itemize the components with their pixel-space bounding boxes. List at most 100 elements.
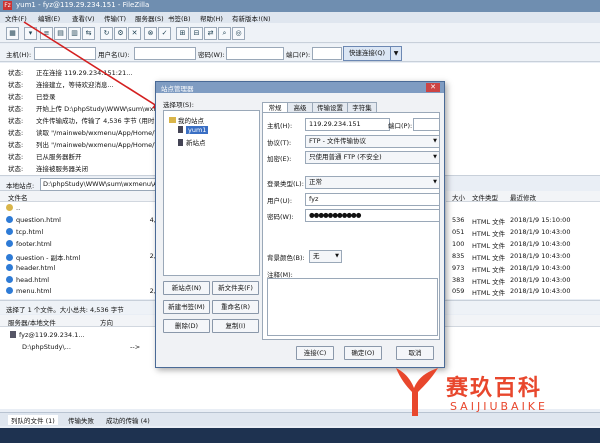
list-item[interactable]: question - 副本.html2,8 xyxy=(6,252,160,262)
new-folder-button[interactable]: 新文件夹(F) xyxy=(212,281,259,295)
host-field[interactable]: 119.29.234.151 xyxy=(305,118,390,131)
table-row[interactable]: 973 HTML 文件 2018/1/9 10:43:00 xyxy=(452,264,600,274)
tree-root[interactable]: 我的站点 xyxy=(169,115,204,125)
binoculars-icon[interactable]: ◎ xyxy=(232,27,245,40)
file-icon xyxy=(6,276,13,283)
menu-bookmarks[interactable]: 书签(B) xyxy=(168,13,191,23)
tab-successful-transfers[interactable]: 成功的传输 (4) xyxy=(106,415,150,425)
host-label: 主机(H): xyxy=(267,122,293,130)
filter-icon[interactable]: ⊞ xyxy=(176,27,189,40)
ok-button[interactable]: 确定(O) xyxy=(344,346,382,360)
user-label: 用户(U): xyxy=(267,197,293,205)
compare-icon[interactable]: ⊟ xyxy=(190,27,203,40)
chevron-down-icon[interactable]: ▼ xyxy=(390,46,402,61)
search-icon[interactable]: ⌕ xyxy=(218,27,231,40)
password-field[interactable]: ●●●●●●●●●●● xyxy=(305,209,440,222)
tab-queued-files[interactable]: 列队的文件 (1) xyxy=(8,415,58,425)
list-item[interactable]: head.html xyxy=(6,276,160,286)
protocol-label: 协议(T): xyxy=(267,139,292,147)
port-label: 端口(P): xyxy=(388,122,413,130)
cancel-button[interactable]: 取消 xyxy=(396,346,434,360)
local-site-bar: 本地站点: D:\phpStudy\WWW\sum\wxmenu\App\Hom… xyxy=(0,177,172,191)
list-item[interactable]: header.html1 xyxy=(6,264,160,274)
table-row[interactable]: 536 HTML 文件 2018/1/9 15:10:00 xyxy=(452,216,600,226)
user-field[interactable]: fyz xyxy=(305,193,440,206)
port-label: 端口(P): xyxy=(286,51,311,59)
local-site-label: 本地站点: xyxy=(6,182,35,190)
queue-row[interactable]: fyz@119.29.234.1... xyxy=(10,331,85,339)
dialog-titlebar: 站点管理器 ✕ xyxy=(156,82,444,93)
copy-button[interactable]: 复制(I) xyxy=(212,319,259,333)
watermark: 赛玖百科 SAIJIUBAIKE xyxy=(388,360,593,422)
list-item[interactable]: menu.html2,0 xyxy=(6,287,160,297)
list-item[interactable]: tcp.html5 xyxy=(6,228,160,238)
watermark-subtitle: SAIJIUBAIKE xyxy=(450,400,548,413)
queue-col-direction[interactable]: 方向 xyxy=(100,317,113,327)
encryption-select[interactable]: 只使用普通 FTP (不安全) ▼ xyxy=(305,151,440,164)
tree-item-new-site[interactable]: 新站点 xyxy=(178,137,206,147)
file-icon xyxy=(6,254,13,261)
delete-button[interactable]: 删除(D) xyxy=(163,319,210,333)
log-row: 状态: 读取 "/mainweb/wxmenu/App/Home/V xyxy=(8,129,159,137)
comments-textarea[interactable] xyxy=(267,278,438,336)
file-icon xyxy=(6,228,13,235)
remote-file-list: 大小 文件类型 最近修改 536 HTML 文件 2018/1/9 15:10:00… xyxy=(446,191,600,299)
pass-input[interactable] xyxy=(226,47,284,60)
list-item[interactable]: question.html4,5 xyxy=(6,216,160,226)
window-titlebar: Fz yum1 - fyz@119.29.234.151 - FileZilla xyxy=(0,0,600,12)
server-icon xyxy=(178,139,183,146)
menu-help[interactable]: 帮助(H) xyxy=(200,13,223,23)
logon-type-select[interactable]: 正常 ▼ xyxy=(305,176,440,189)
annotation-arrow xyxy=(23,21,163,110)
log-row: 状态: 文件传输成功，传输了 4,536 字节 (用时1 xyxy=(8,117,159,125)
column-header[interactable]: 大小 文件类型 最近修改 xyxy=(446,191,600,202)
site-manager-icon[interactable]: ▦ xyxy=(6,27,19,40)
local-file-list: 文件名 .. question.html4,5 tcp.html5 footer… xyxy=(0,191,160,299)
log-row: 状态: 连接被服务器关闭 xyxy=(8,165,88,173)
table-row[interactable]: 051 HTML 文件 2018/1/9 10:43:00 xyxy=(452,228,600,238)
pass-label: 密码(W): xyxy=(198,51,225,59)
file-icon xyxy=(6,287,13,294)
site-manager-dialog: 站点管理器 ✕ 选择项(S): 我的站点 yum1 新站点 新站点(N) 新文件… xyxy=(155,81,445,368)
whale-tail-logo-icon xyxy=(396,368,438,416)
site-tree: 我的站点 yum1 新站点 xyxy=(163,110,260,276)
filezilla-icon: Fz xyxy=(3,1,12,10)
quickconnect-button[interactable]: 快速连接(Q) xyxy=(343,46,391,61)
logon-type-label: 登录类型(L): xyxy=(267,180,304,188)
list-item[interactable]: footer.html7 xyxy=(6,240,160,250)
chevron-down-icon: ▼ xyxy=(433,138,437,144)
port-input[interactable] xyxy=(312,47,342,60)
new-bookmark-button[interactable]: 新建书签(M) xyxy=(163,300,210,314)
background-color-select[interactable]: 无 ▼ xyxy=(309,250,342,263)
queue-col-server[interactable]: 服务器/本地文件 xyxy=(8,317,56,327)
window-title: yum1 - fyz@119.29.234.151 - FileZilla xyxy=(16,1,150,9)
new-site-button[interactable]: 新站点(N) xyxy=(163,281,210,295)
watermark-title: 赛玖百科 xyxy=(446,376,543,401)
file-icon xyxy=(6,264,13,271)
connect-button[interactable]: 连接(C) xyxy=(296,346,334,360)
sync-browse-icon[interactable]: ⇄ xyxy=(204,27,217,40)
queue-row[interactable]: D:\phpStudy\... --> xyxy=(22,343,142,351)
chevron-down-icon: ▼ xyxy=(335,253,339,259)
table-row[interactable]: 100 HTML 文件 2018/1/9 10:43:00 xyxy=(452,240,600,250)
select-entry-label: 选择项(S): xyxy=(163,101,194,109)
column-header[interactable]: 文件名 xyxy=(0,191,160,202)
file-icon xyxy=(6,216,13,223)
tab-failed-transfers[interactable]: 传输失败 xyxy=(68,415,94,425)
port-field[interactable] xyxy=(413,118,440,131)
log-row: 状态: 列出 "/mainweb/wxmenu/App/Home/V xyxy=(8,141,159,149)
menu-new-version[interactable]: 有新版本!(N) xyxy=(232,13,271,23)
server-icon xyxy=(178,126,183,133)
table-row[interactable]: 059 HTML 文件 2018/1/9 10:43:00 xyxy=(452,287,600,297)
protocol-select[interactable]: FTP - 文件传输协议 ▼ xyxy=(305,135,440,148)
list-item[interactable]: .. xyxy=(6,204,20,214)
encryption-label: 加密(E): xyxy=(267,155,292,163)
table-row[interactable]: 383 HTML 文件 2018/1/9 10:43:00 xyxy=(452,276,600,286)
close-icon[interactable]: ✕ xyxy=(426,83,440,92)
rename-button[interactable]: 重命名(R) xyxy=(212,300,259,314)
table-row[interactable]: 835 HTML 文件 2018/1/9 10:43:00 xyxy=(452,252,600,262)
local-path-input[interactable]: D:\phpStudy\WWW\sum\wxmenu\App\Home\V xyxy=(40,178,172,191)
server-icon xyxy=(10,331,16,338)
background-color-label: 背景颜色(B): xyxy=(267,254,305,262)
tree-item-yum1[interactable]: yum1 xyxy=(178,126,209,134)
